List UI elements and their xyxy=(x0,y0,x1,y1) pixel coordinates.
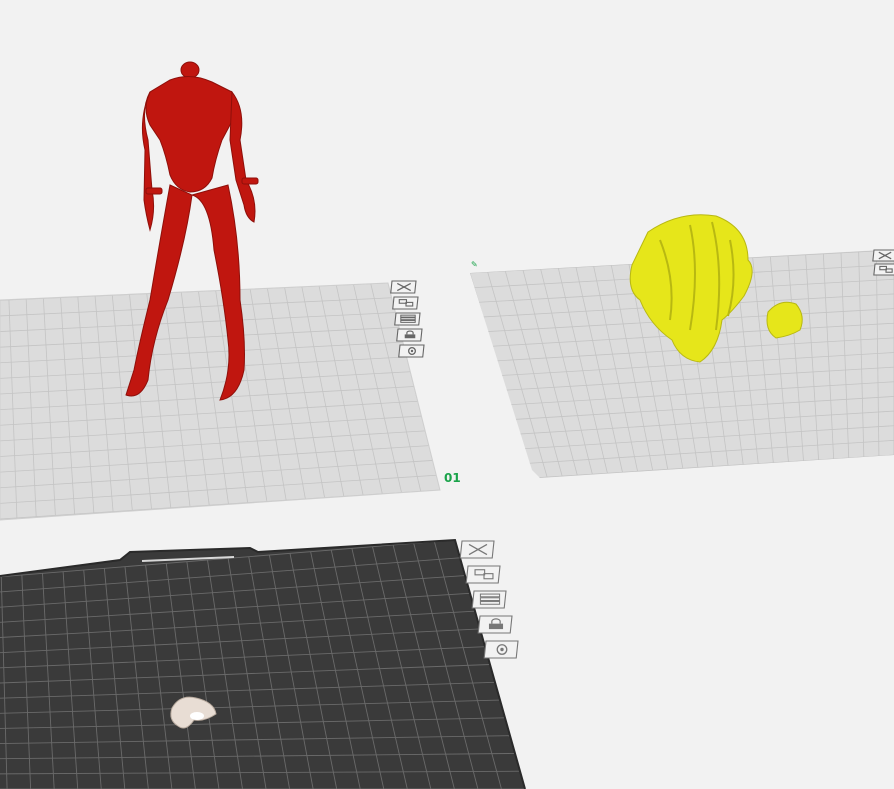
figure-arm-right xyxy=(229,90,256,223)
lock-button[interactable] xyxy=(396,328,423,342)
settings-button[interactable] xyxy=(483,640,519,659)
layers-button[interactable] xyxy=(471,590,507,609)
figure-bracelet-right xyxy=(241,177,259,185)
close-button[interactable] xyxy=(872,249,894,262)
close-button[interactable] xyxy=(390,280,417,294)
lock-button[interactable] xyxy=(477,615,513,634)
arrange-button[interactable] xyxy=(873,263,894,276)
3d-viewport[interactable]: 01 ✎ xyxy=(0,0,894,789)
close-button[interactable] xyxy=(459,540,495,559)
arrange-button[interactable] xyxy=(392,296,419,310)
settings-button[interactable] xyxy=(398,344,425,358)
build-plate-active[interactable] xyxy=(0,538,526,789)
layers-button[interactable] xyxy=(394,312,421,326)
plate-number-label: 01 xyxy=(444,471,461,485)
figure-neck xyxy=(180,61,200,79)
figure-torso xyxy=(145,76,236,193)
arrange-button[interactable] xyxy=(465,565,501,584)
plate-edit-icon[interactable]: ✎ xyxy=(471,260,478,269)
build-plate-left[interactable] xyxy=(0,282,441,523)
figure-bracelet-left xyxy=(145,187,163,195)
